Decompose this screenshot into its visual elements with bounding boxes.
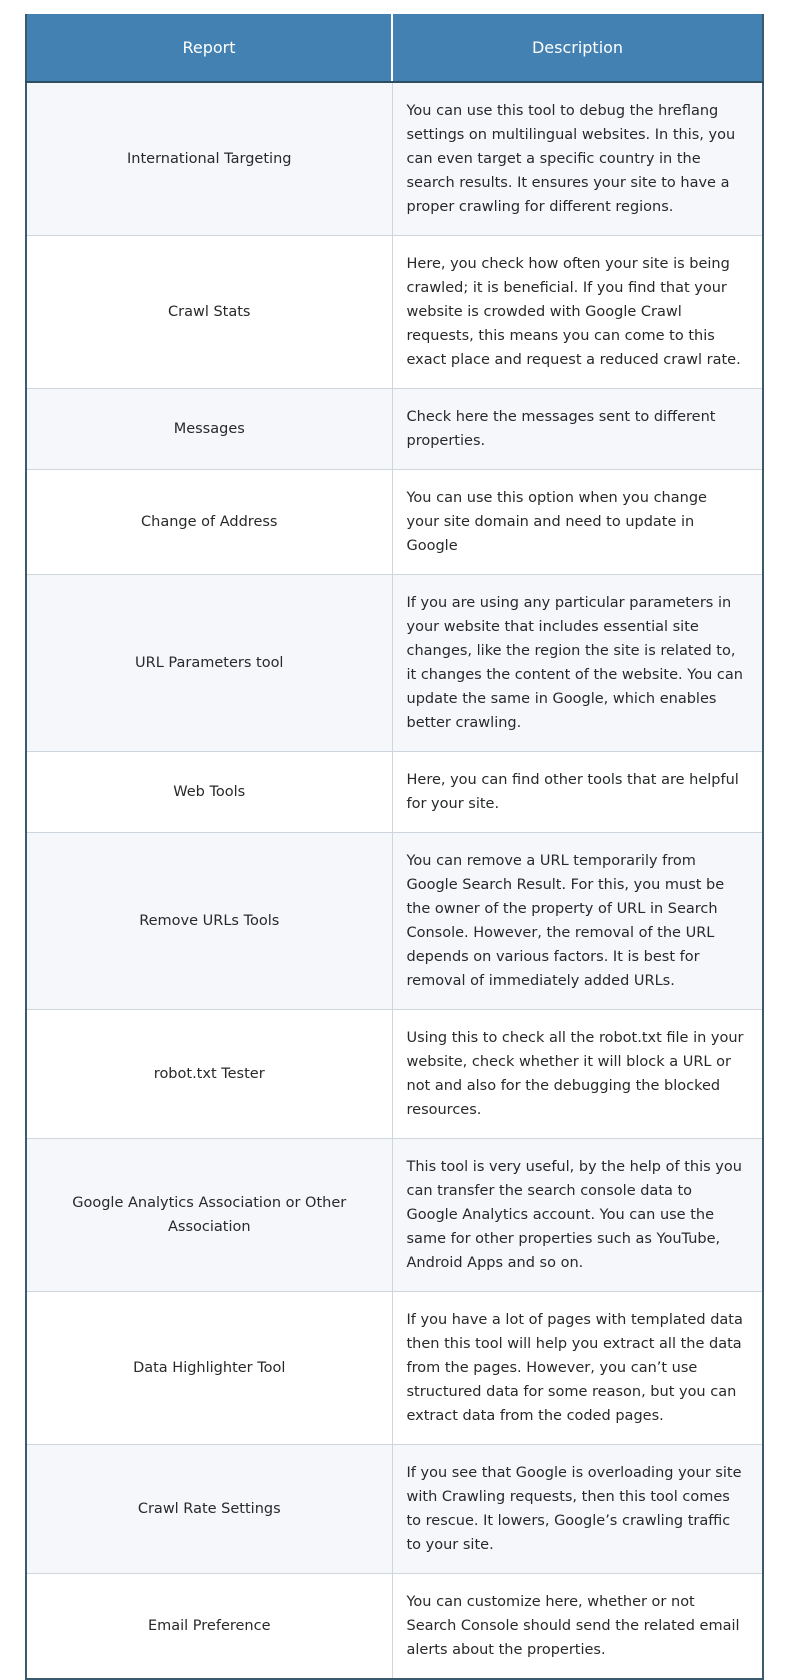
cell-report-description: This tool is very useful, by the help of… — [392, 1138, 763, 1292]
cell-report-name: Remove URLs Tools — [26, 832, 393, 1010]
cell-report-name: Google Analytics Association or Other As… — [26, 1138, 393, 1292]
table-row: Google Analytics Association or Other As… — [26, 1138, 763, 1292]
table-row: Crawl Rate Settings If you see that Googl… — [26, 1444, 763, 1574]
report-description-table: Report Description International Targeti… — [25, 14, 764, 1680]
cell-report-name: Web Tools — [26, 751, 393, 833]
table-row: Data Highlighter Tool If you have a lot o… — [26, 1291, 763, 1445]
table-header-row: Report Description — [26, 14, 763, 83]
cell-report-description: You can remove a URL temporarily from Go… — [392, 832, 763, 1010]
table-row: URL Parameters tool If you are using any … — [26, 574, 763, 752]
cell-report-name: Crawl Stats — [26, 235, 393, 389]
table-row: Remove URLs Tools You can remove a URL te… — [26, 832, 763, 1010]
cell-report-description: Here, you can find other tools that are … — [392, 751, 763, 833]
cell-report-name: International Targeting — [26, 81, 393, 236]
cell-report-description: If you have a lot of pages with template… — [392, 1291, 763, 1445]
table-row: Messages Check here the messages sent to … — [26, 388, 763, 470]
cell-report-description: Using this to check all the robot.txt fi… — [392, 1009, 763, 1139]
table-body: International Targeting You can use this … — [26, 81, 763, 1680]
table-row: Email Preference You can customize here, … — [26, 1573, 763, 1680]
cell-report-name: Email Preference — [26, 1573, 393, 1680]
cell-report-name: Change of Address — [26, 469, 393, 575]
table-header: Report Description — [26, 14, 763, 83]
cell-report-description: You can use this tool to debug the hrefl… — [392, 81, 763, 236]
table-row: International Targeting You can use this … — [26, 81, 763, 236]
column-header-description: Description — [392, 14, 763, 83]
page-container: Report Description International Targeti… — [0, 0, 800, 1680]
table-row: Change of Address You can use this option… — [26, 469, 763, 575]
cell-report-description: If you see that Google is overloading yo… — [392, 1444, 763, 1574]
cell-report-description: Check here the messages sent to differen… — [392, 388, 763, 470]
cell-report-name: Data Highlighter Tool — [26, 1291, 393, 1445]
cell-report-name: Messages — [26, 388, 393, 470]
cell-report-description: If you are using any particular paramete… — [392, 574, 763, 752]
cell-report-description: You can use this option when you change … — [392, 469, 763, 575]
cell-report-name: robot.txt Tester — [26, 1009, 393, 1139]
table-row: robot.txt Tester Using this to check all … — [26, 1009, 763, 1139]
cell-report-description: You can customize here, whether or not S… — [392, 1573, 763, 1680]
cell-report-description: Here, you check how often your site is b… — [392, 235, 763, 389]
cell-report-name: URL Parameters tool — [26, 574, 393, 752]
table-row: Crawl Stats Here, you check how often you… — [26, 235, 763, 389]
column-header-report: Report — [26, 14, 393, 83]
cell-report-name: Crawl Rate Settings — [26, 1444, 393, 1574]
table-row: Web Tools Here, you can find other tools … — [26, 751, 763, 833]
